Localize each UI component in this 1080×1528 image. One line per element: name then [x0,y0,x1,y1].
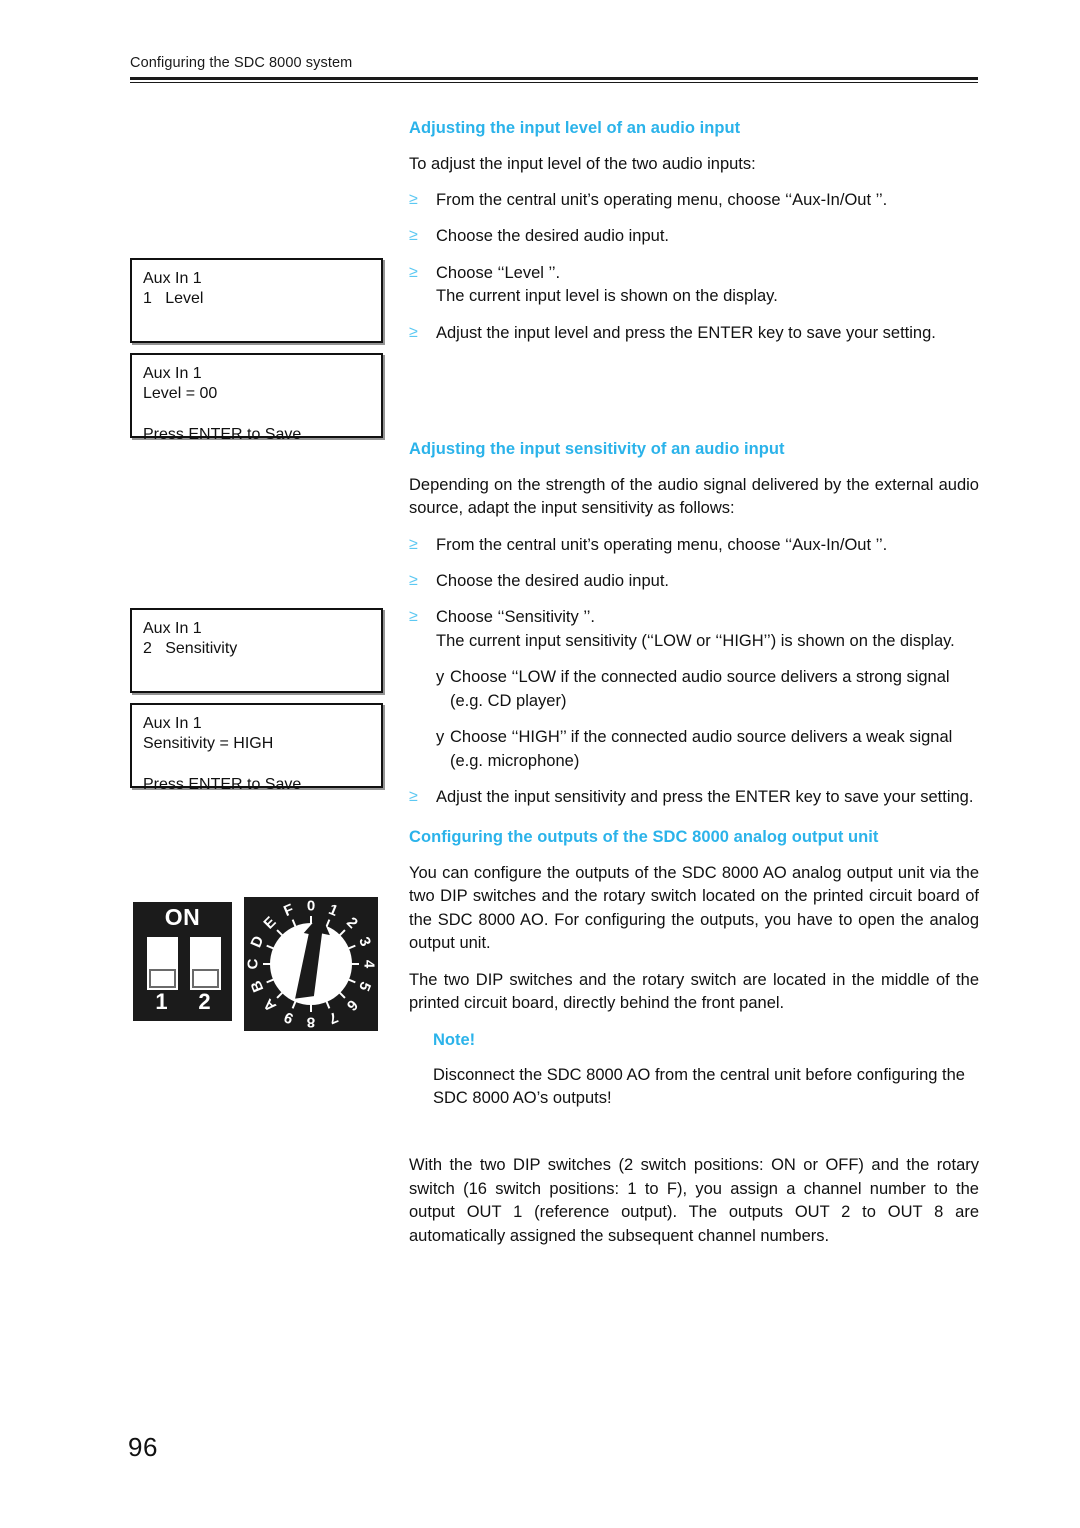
sub-bullet-item: y Choose ‘‘LOW if the connected audio so… [436,666,979,713]
dip-switch-illustration: ON 1 2 [133,902,232,1021]
header-rule-thin [130,81,978,83]
rotary-switch-svg: 0 123456789ABCDEF [244,897,378,1031]
step-text: From the central unit’s operating menu, … [436,191,888,210]
section-intro-paragraph: Depending on the strength of the audio s… [409,475,979,518]
section-heading: Adjusting the input level of an audio in… [409,119,741,137]
rotary-position-label: 8 [307,1014,315,1031]
lcd-line: Aux In 1 [143,270,202,287]
lcd-line: Aux In 1 [143,365,202,382]
step-text: From the central unit’s operating menu, … [436,535,888,554]
section-input-sensitivity: Adjusting the input sensitivity of an au… [409,439,979,809]
arrow-bullet-icon: ≥ [409,263,418,281]
note-title: Note! [433,1030,476,1049]
step-item: ≥ From the central unit’s operating menu… [409,189,979,212]
step-item: ≥ Choose the desired audio input. [409,570,979,593]
rotary-switch-illustration: 0123456789ABCDEF [244,897,378,1031]
rotary-position-label: C [245,958,262,969]
dip-switch-lever-1 [149,969,176,988]
body-paragraph: You can configure the outputs of the SDC… [409,864,979,953]
page-number: 96 [128,1432,158,1462]
section-analog-output-unit: Configuring the outputs of the SDC 8000 … [409,827,979,1248]
running-header: Configuring the SDC 8000 system [130,55,978,83]
rotary-position-label: 0 [307,898,315,915]
note-body: Disconnect the SDC 8000 AO from the cent… [433,1065,965,1107]
section-input-level: Adjusting the input level of an audio in… [409,118,979,345]
dip-switch-slot-1 [147,937,178,990]
step-item: ≥ Adjust the input level and press the E… [409,322,979,345]
arrow-bullet-icon: ≥ [409,191,418,209]
dip-switch-on-label: ON [164,904,201,930]
lcd-line: Press ENTER to Save [143,426,302,444]
arrow-bullet-icon: ≥ [409,227,418,245]
section-heading: Configuring the outputs of the SDC 8000 … [409,828,879,847]
lcd-display-sensitivity-edit: Aux In 1 Sensitivity = HIGH Press ENTER … [130,703,383,793]
step-secondary-text: The current input level is shown on the … [436,287,778,306]
note-callout: Note! Disconnect the SDC 8000 AO from th… [409,1031,979,1111]
dip-switch-slot-2 [190,937,221,990]
body-paragraph: The two DIP switches and the rotary swit… [409,970,979,1013]
lcd-line: Aux In 1 [143,715,202,732]
step-text: Choose ‘‘Level ’’. [436,263,561,282]
arrow-bullet-icon: ≥ [409,572,418,590]
step-text: Adjust the input sensitivity and press t… [436,788,974,806]
dip-switch-number-2: 2 [198,989,211,1014]
lcd-line: Level = 00 [143,385,218,403]
step-list-continued: ≥ Adjust the input sensitivity and press… [409,786,979,809]
step-text: Adjust the input level and press the ENT… [436,323,936,342]
lcd-line: Press ENTER to Save [143,776,302,794]
arrow-bullet-icon: ≥ [409,788,418,805]
lcd-display-level-menu: Aux In 1 1 Level [130,258,383,343]
dip-switch-number-1: 1 [155,989,168,1014]
dip-switch-lever-2 [192,969,219,988]
rotary-position-label: 4 [361,960,378,969]
lcd-display-level-edit: Aux In 1 Level = 00 Press ENTER to Save [130,353,383,443]
main-content-column: Adjusting the input level of an audio in… [409,118,979,1261]
y-bullet-icon: y [436,728,445,747]
running-head-text: Configuring the SDC 8000 system [130,55,353,71]
sub-bullet-text: Choose ‘‘LOW if the connected audio sour… [450,668,950,710]
arrow-bullet-icon: ≥ [409,323,418,341]
section-heading: Adjusting the input sensitivity of an au… [409,440,785,459]
step-text: Choose ‘‘Sensitivity ’’. [436,608,595,627]
lcd-line: 1 Level [143,290,204,308]
step-secondary-text: The current input sensitivity (‘‘LOW or … [436,631,955,650]
y-bullet-icon: y [436,668,445,687]
arrow-bullet-icon: ≥ [409,608,418,626]
lcd-line: Aux In 1 [143,620,202,637]
sub-bullet-list: y Choose ‘‘LOW if the connected audio so… [409,666,979,773]
step-text: Choose the desired audio input. [436,227,669,246]
sub-bullet-text: Choose ‘‘HIGH’’ if the connected audio s… [450,728,953,770]
step-item: ≥ Adjust the input sensitivity and press… [409,786,979,809]
step-item: ≥ Choose ‘‘Sensitivity ’’. The current i… [409,606,979,653]
arrow-bullet-icon: ≥ [409,535,418,553]
step-text: Choose the desired audio input. [436,572,669,591]
lcd-display-sensitivity-menu: Aux In 1 2 Sensitivity [130,608,383,693]
sub-bullet-item: y Choose ‘‘HIGH’’ if the connected audio… [436,726,979,773]
lcd-line: 2 Sensitivity [143,640,238,658]
step-list: ≥ From the central unit’s operating menu… [409,534,979,654]
step-item: ≥ Choose the desired audio input. [409,225,979,248]
step-item: ≥ Choose ‘‘Level ’’. The current input l… [409,262,979,309]
section-intro-paragraph: To adjust the input level of the two aud… [409,154,756,173]
lcd-line: Sensitivity = HIGH [143,735,274,753]
step-item: ≥ From the central unit’s operating menu… [409,534,979,557]
closing-paragraph: With the two DIP switches (2 switch posi… [409,1156,979,1245]
step-list: ≥ From the central unit’s operating menu… [409,189,979,345]
